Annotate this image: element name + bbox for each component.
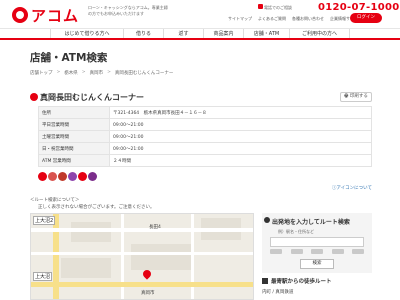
route-title: 出発地を入力してルート検索: [272, 219, 350, 226]
map-road-major: [31, 282, 253, 287]
route-hint: 例）駅名・住所など: [278, 229, 314, 234]
row-value: 09:00～21:00: [109, 118, 372, 131]
route-icon: [264, 217, 270, 223]
top-link-faq[interactable]: よくあるご質問: [258, 16, 286, 22]
nav-borrow[interactable]: 借りる: [124, 29, 164, 38]
table-row: 日・祝営業時間 09:00～21:00: [38, 142, 372, 155]
print-label: 印刷する: [349, 94, 368, 99]
row-value: ２４時間: [109, 154, 372, 167]
print-button[interactable]: 🖶 印刷する: [340, 92, 372, 102]
map-block: [131, 244, 191, 270]
route-search-panel: 出発地を入力してルート検索 例）駅名・住所など 検索: [262, 213, 372, 273]
row-label: 土曜営業時間: [38, 130, 110, 143]
top-link-sitemap[interactable]: サイトマップ: [228, 16, 252, 22]
row-label: 住所: [38, 106, 110, 119]
table-row: 住所 〒321-4364 栃木県真岡市長田４－１６－８: [38, 106, 372, 119]
breadcrumb-current: 真岡長田むじんくんコーナー: [114, 71, 174, 76]
map-label: 長田4: [149, 225, 161, 230]
site-header: アコム ローン・キャッシングならアコム。専業主婦の方でもお申込みいただけます 電…: [0, 0, 400, 28]
route-step-icon[interactable]: [270, 249, 282, 254]
icon-legend-link[interactable]: ⓘアイコンについて: [332, 185, 372, 191]
phone-label: 電話でのご相談: [264, 5, 292, 10]
map-road: [191, 214, 194, 299]
route-step-icon[interactable]: [290, 249, 303, 254]
route-mode-steps: [270, 249, 364, 255]
table-row: 土曜営業時間 09:00～21:00: [38, 130, 372, 143]
phone-icon: [258, 4, 263, 9]
breadcrumb-item[interactable]: 栃木県: [64, 70, 78, 76]
map-label: 真岡市: [141, 291, 155, 296]
row-value: 〒321-4364 栃木県真岡市長田４－１６－８: [109, 106, 372, 119]
row-label: 平日営業時間: [38, 118, 110, 131]
map-road: [31, 228, 253, 232]
nearest-station-line[interactable]: 内町 / 真岡鉄道: [262, 289, 293, 295]
route-note-heading: ＜ルート検索について＞: [30, 198, 80, 203]
tagline: ローン・キャッシングならアコム。専業主婦の方でもお申込みいただけます: [88, 5, 168, 16]
service-icon-4: [68, 172, 77, 181]
store-map[interactable]: 上大沼2 長田4 上大沼 真岡市: [30, 213, 254, 300]
table-row: 平日営業時間 09:00～21:00: [38, 118, 372, 131]
route-step-icon[interactable]: [352, 249, 364, 254]
service-icon-1: [38, 172, 47, 181]
store-info-table: 住所 〒321-4364 栃木県真岡市長田４－１６－８ 平日営業時間 09:00…: [38, 106, 372, 167]
route-step-icon[interactable]: [311, 249, 323, 254]
service-icons: [38, 172, 97, 181]
breadcrumb: 店舗トップ > 栃木県 > 真岡市 > 真岡長田むじんくんコーナー: [30, 70, 173, 76]
nearest-station-title: 最寄駅からの徒歩ルート: [271, 279, 332, 285]
nav-stores-atm[interactable]: 店舗・ATM: [244, 29, 290, 38]
nav-customers[interactable]: ご利用中の方へ: [290, 29, 350, 38]
map-block: [61, 258, 111, 278]
phone-number[interactable]: 0120-07-1000: [318, 2, 399, 13]
map-road: [31, 252, 253, 255]
map-label: 上大沼: [33, 272, 53, 281]
store-name: 真岡長田むじんくんコーナー: [40, 93, 144, 102]
mujinkun-badge-icon: [30, 93, 38, 101]
breadcrumb-item[interactable]: 店舗トップ: [30, 70, 53, 76]
row-value: 09:00～21:00: [109, 130, 372, 143]
nav-first-time[interactable]: はじめて借りる方へ: [50, 29, 124, 38]
breadcrumb-separator: >: [107, 70, 111, 75]
breadcrumb-separator: >: [81, 70, 86, 75]
row-value: 09:00～21:00: [109, 142, 372, 155]
map-label: 上大沼2: [33, 216, 56, 225]
top-link-contact[interactable]: 各種お問い合わせ: [292, 16, 324, 22]
breadcrumb-item[interactable]: 真岡市: [90, 70, 104, 76]
map-road: [121, 214, 124, 299]
nav-products[interactable]: 商品案内: [204, 29, 244, 38]
route-search-button[interactable]: 検索: [300, 259, 334, 269]
row-label: ATM 営業時間: [38, 154, 110, 167]
walk-icon: [262, 278, 268, 284]
route-note: ＜ルート検索について＞ 正しく表示されない場合がございます。ご注意ください。: [30, 197, 155, 211]
store-location-pin-icon[interactable]: [141, 268, 153, 280]
row-label: 日・祝営業時間: [38, 142, 110, 155]
top-links: サイトマップ よくあるご質問 各種お問い合わせ 企業情報サイト: [228, 16, 358, 22]
map-block: [71, 222, 111, 242]
route-step-icon[interactable]: [331, 249, 344, 254]
service-icon-3: [58, 172, 67, 181]
table-row: ATM 営業時間 ２４時間: [38, 154, 372, 167]
brand-name[interactable]: アコム: [31, 5, 79, 26]
acom-logo-icon[interactable]: [12, 7, 28, 23]
page: アコム ローン・キャッシングならアコム。専業主婦の方でもお申込みいただけます 電…: [0, 0, 400, 300]
service-icon-5: [78, 172, 87, 181]
map-road-major: [53, 214, 59, 299]
icon-note-label: アイコンについて: [336, 186, 372, 191]
login-button[interactable]: ログイン: [350, 13, 382, 23]
page-title: 店舗・ATM検索: [30, 52, 108, 64]
service-icon-2: [48, 172, 57, 181]
nav-repay[interactable]: 返す: [164, 29, 204, 38]
main-nav: はじめて借りる方へ 借りる 返す 商品案内 店舗・ATM ご利用中の方へ: [0, 28, 400, 40]
breadcrumb-separator: >: [56, 70, 61, 75]
service-icon-6: [88, 172, 97, 181]
origin-input[interactable]: [270, 237, 364, 247]
store-header: 真岡長田むじんくんコーナー 🖶 印刷する: [30, 92, 372, 104]
route-note-body: 正しく表示されない場合がございます。ご注意ください。: [38, 205, 155, 210]
